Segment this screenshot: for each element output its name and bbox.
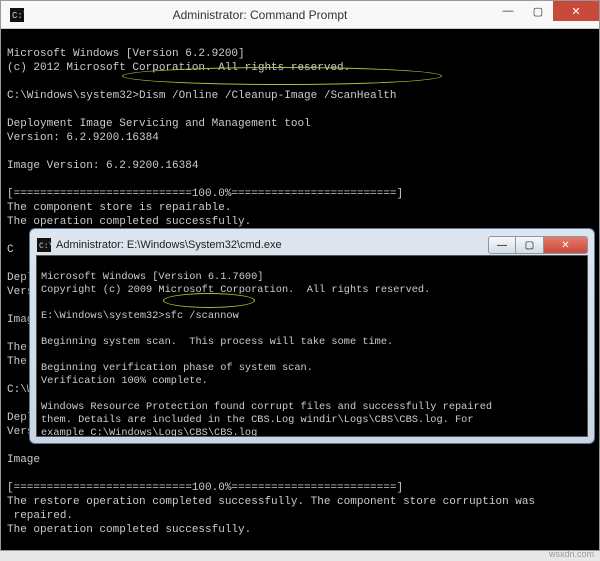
console-line: The component store is repairable. <box>7 202 231 214</box>
cmd-icon: C:\ <box>7 5 27 25</box>
close-button[interactable]: ✕ <box>544 236 588 254</box>
console-line: Image Version: 6.2.9200.16384 <box>7 160 198 172</box>
maximize-button[interactable]: ▢ <box>523 1 553 21</box>
titlebar-front[interactable]: C:\ Administrator: E:\Windows\System32\c… <box>36 235 588 255</box>
console-line: (c) 2012 Microsoft Corporation. All righ… <box>7 62 350 74</box>
window-controls-back: — ▢ ✕ <box>493 1 599 28</box>
console-output-front[interactable]: Microsoft Windows [Version 6.1.7600] Cop… <box>36 255 588 437</box>
progress-bar-text: [===========================100.0%======… <box>7 482 403 494</box>
maximize-button[interactable]: ▢ <box>516 236 544 254</box>
console-line: Microsoft Windows [Version 6.1.7600] <box>41 271 263 283</box>
cmd-window-front: C:\ Administrator: E:\Windows\System32\c… <box>29 228 595 444</box>
titlebar-back[interactable]: C:\ Administrator: Command Prompt — ▢ ✕ <box>1 1 599 29</box>
console-line: Deployment Image Servicing and Managemen… <box>7 118 311 130</box>
console-line: Copyright (c) 2009 Microsoft Corporation… <box>41 284 430 296</box>
console-line: Beginning verification phase of system s… <box>41 362 313 374</box>
console-line: Image <box>7 454 40 466</box>
watermark-text: wsxdn.com <box>549 549 594 559</box>
window-title-front: Administrator: E:\Windows\System32\cmd.e… <box>56 239 488 251</box>
dism-command: Dism /Online /Cleanup-Image /ScanHealth <box>139 90 396 102</box>
console-line: Version: 6.2.9200.16384 <box>7 132 159 144</box>
console-line: Beginning system scan. This process will… <box>41 336 393 348</box>
console-line: The operation completed successfully. <box>7 524 251 536</box>
window-controls-front: — ▢ ✕ <box>488 236 588 254</box>
svg-text:C:\: C:\ <box>12 11 24 21</box>
console-line: repaired. <box>7 510 73 522</box>
close-button[interactable]: ✕ <box>553 1 599 21</box>
cmd-icon: C:\ <box>36 237 52 253</box>
window-title-back: Administrator: Command Prompt <box>27 8 493 22</box>
console-line: Windows Resource Protection found corrup… <box>41 401 492 413</box>
console-line: The restore operation completed successf… <box>7 496 535 508</box>
console-line: Verification 100% complete. <box>41 375 208 387</box>
console-line: The operation completed successfully. <box>7 216 251 228</box>
sfc-command: sfc /scannow <box>165 310 239 322</box>
svg-text:C:\: C:\ <box>39 242 51 251</box>
console-line: them. Details are included in the CBS.Lo… <box>41 414 474 426</box>
minimize-button[interactable]: — <box>488 236 516 254</box>
minimize-button[interactable]: — <box>493 1 523 21</box>
progress-bar-text: [===========================100.0%======… <box>7 188 403 200</box>
console-prompt: C:\Windows\system32> <box>7 90 139 102</box>
console-line: C <box>7 244 14 256</box>
console-prompt: E:\Windows\system32> <box>41 310 165 322</box>
console-line: example C:\Windows\Logs\CBS\CBS.log <box>41 427 257 437</box>
console-line: Microsoft Windows [Version 6.2.9200] <box>7 48 245 60</box>
